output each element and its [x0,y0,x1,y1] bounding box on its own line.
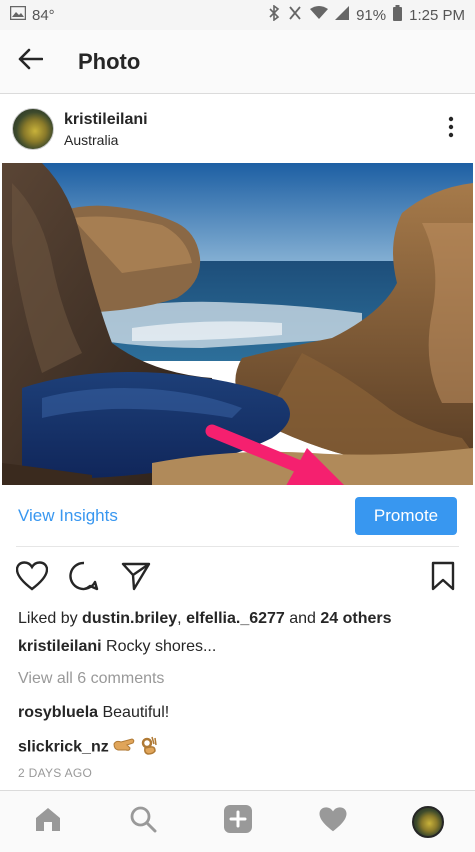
vibrate-icon [287,5,303,25]
wifi-icon [310,6,329,24]
signal-icon [335,6,350,24]
likes-others-link[interactable]: 24 others [320,610,391,627]
user-block: kristileilani Australia [64,111,148,148]
promote-button[interactable]: Promote [355,497,457,535]
status-left: 84° [9,5,55,24]
actions-row [0,556,475,600]
comment-button[interactable] [66,560,102,596]
likes-prefix: Liked by [18,610,83,627]
divider [16,546,459,547]
nav-activity[interactable] [303,797,363,847]
post-photo[interactable] [2,163,473,485]
comment-icon [69,561,99,596]
nav-search[interactable] [113,797,173,847]
battery-icon [393,5,403,25]
likes-separator: , [177,610,187,627]
temperature: 84° [32,6,55,24]
post-username[interactable]: kristileilani [64,111,148,129]
liker-link[interactable]: dustin.briley [82,610,177,627]
nav-home[interactable] [18,797,78,847]
liker-link[interactable]: elfellia._6277 [186,610,285,627]
profile-avatar [411,805,444,838]
add-post-icon [223,804,253,839]
post-location[interactable]: Australia [64,132,148,148]
status-bar: 84° 91% 1:25 PM [0,0,475,30]
post-header: kristileilani Australia [0,95,475,163]
back-arrow-icon [17,48,44,75]
nav-add-post[interactable] [208,797,268,847]
view-insights-link[interactable]: View Insights [18,506,118,526]
home-icon [34,806,62,837]
clock: 1:25 PM [409,6,465,24]
comment-item: slickrick_nz [18,735,158,760]
app-header: Photo [0,30,475,94]
back-button[interactable] [0,30,60,94]
comment-item: rosybluela Beautiful! [18,704,169,722]
view-all-comments-link[interactable]: View all 6 comments [18,670,164,688]
share-button[interactable] [118,560,154,596]
search-icon [129,805,157,838]
post-timestamp: 2 DAYS AGO [18,766,93,780]
likes-line: Liked by dustin.briley, elfellia._6277 a… [18,610,392,628]
more-options-button[interactable] [439,109,463,149]
image-icon [9,5,27,24]
like-button[interactable] [14,560,50,596]
avatar[interactable] [12,108,54,150]
thumbs-emoji-icon [113,736,135,759]
comment-text: Beautiful! [98,704,170,721]
share-icon [121,561,151,596]
comment-username[interactable]: slickrick_nz [18,739,109,756]
battery-percent: 91% [356,6,387,24]
save-button[interactable] [425,560,461,596]
insights-row: View Insights Promote [0,487,475,545]
likes-conj: and [284,610,321,627]
activity-heart-icon [318,806,348,838]
caption-line: kristileilani Rocky shores... [18,638,216,656]
more-options-icon [448,116,454,143]
bluetooth-icon [268,4,280,25]
nav-profile[interactable] [398,797,458,847]
coastal-rocks-photo [2,163,473,485]
bookmark-icon [431,561,455,596]
bottom-nav [0,790,475,852]
status-right: 91% 1:25 PM [268,4,465,25]
ok-hand-emoji-icon [140,735,158,760]
comment-username[interactable]: rosybluela [18,704,98,721]
caption-text: Rocky shores... [101,638,217,655]
caption-username[interactable]: kristileilani [18,638,102,655]
heart-icon [15,560,49,596]
page-title: Photo [78,48,141,74]
